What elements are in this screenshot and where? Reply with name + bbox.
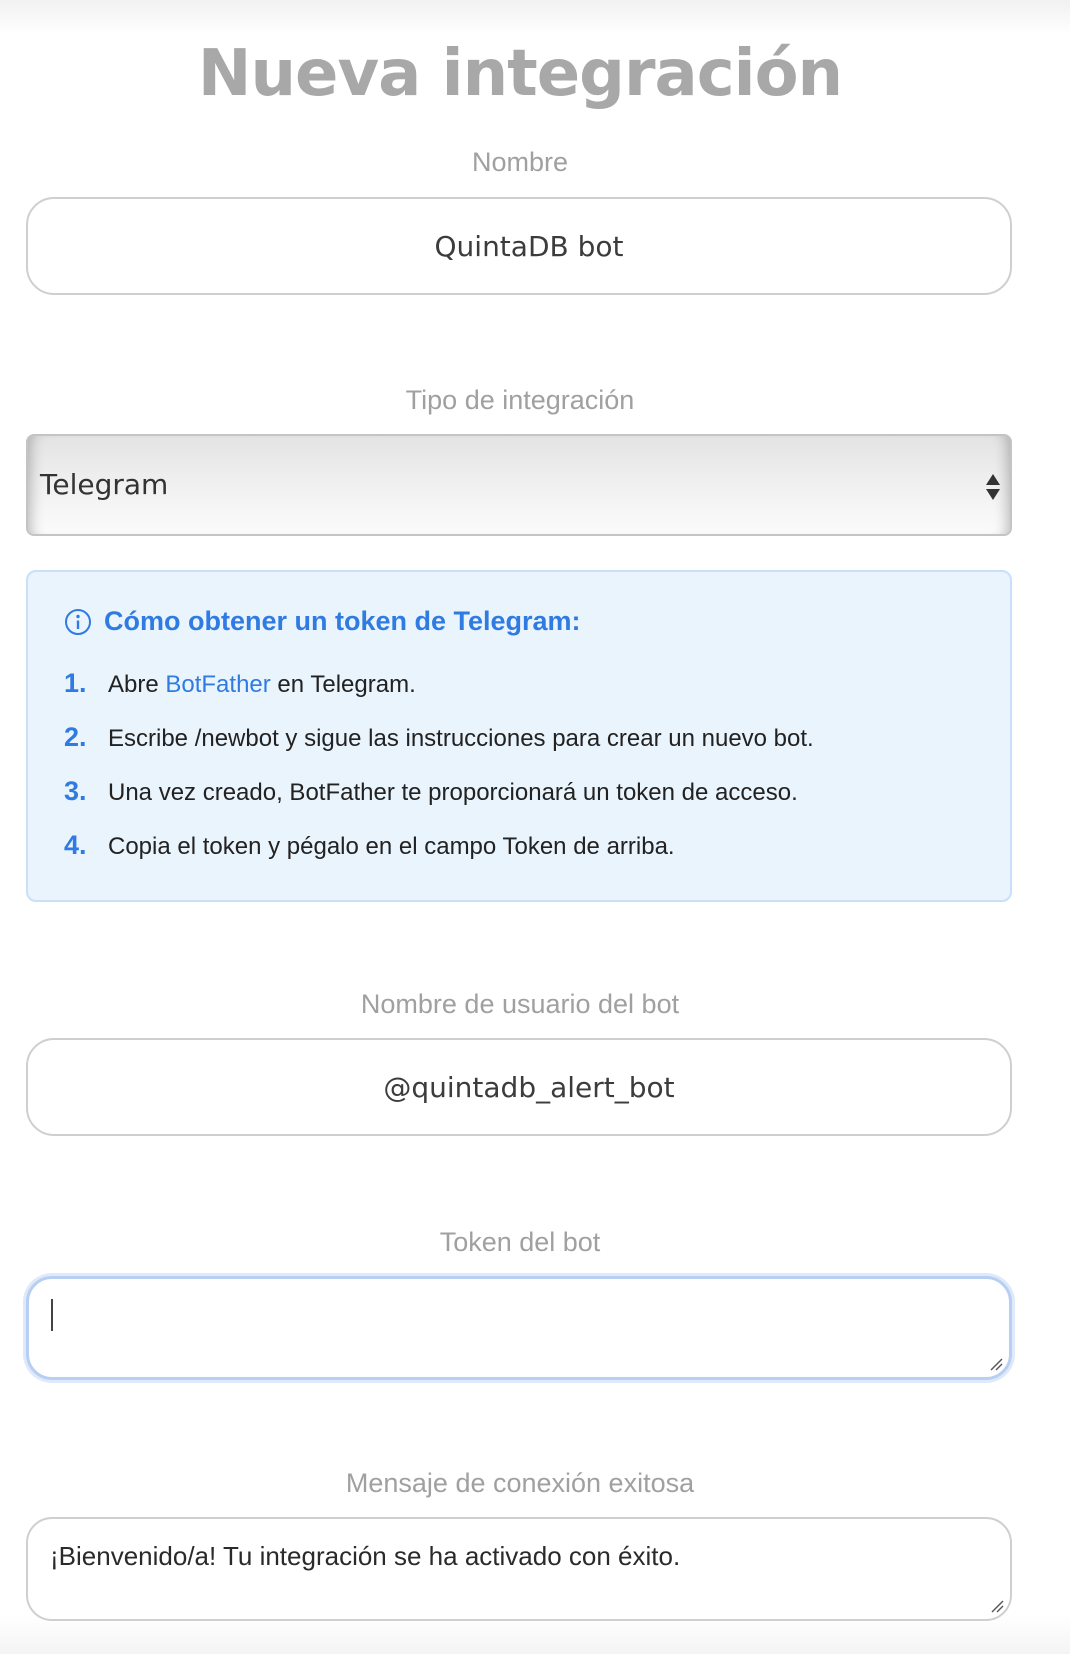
step-number: 2. bbox=[64, 722, 87, 752]
help-heading: Cómo obtener un token de Telegram: bbox=[64, 606, 581, 637]
help-step-2: 2. Escribe /newbot y sigue las instrucci… bbox=[64, 722, 814, 776]
help-heading-text: Cómo obtener un token de Telegram: bbox=[104, 606, 581, 636]
step-text: Una vez creado, BotFather te proporciona… bbox=[108, 779, 798, 806]
bot-token-label: Token del bot bbox=[439, 1227, 601, 1257]
integration-type-select[interactable]: Telegram bbox=[26, 434, 1012, 536]
telegram-token-help: Cómo obtener un token de Telegram: 1. Ab… bbox=[26, 570, 1012, 902]
help-step-1: 1. Abre BotFather en Telegram. bbox=[64, 668, 814, 722]
integration-form: Nueva integración Nombre QuintaDB bot Ti… bbox=[0, 0, 1070, 1654]
name-input-value: QuintaDB bot bbox=[434, 229, 624, 263]
step-text: Escribe /newbot y sigue las instruccione… bbox=[108, 725, 814, 752]
help-step-3: 3. Una vez creado, BotFather te proporci… bbox=[64, 776, 814, 830]
resize-grip-icon[interactable] bbox=[990, 1599, 1004, 1613]
botfather-link[interactable]: BotFather bbox=[165, 671, 270, 698]
text-caret bbox=[51, 1299, 53, 1331]
success-message-value: ¡Bienvenido/a! Tu integración se ha acti… bbox=[50, 1541, 681, 1571]
success-message-textarea[interactable]: ¡Bienvenido/a! Tu integración se ha acti… bbox=[26, 1517, 1012, 1621]
step-number: 4. bbox=[64, 830, 87, 860]
name-label: Nombre bbox=[471, 147, 569, 177]
integration-type-label: Tipo de integración bbox=[405, 385, 635, 415]
page-title: Nueva integración bbox=[197, 37, 843, 111]
help-step-4: 4. Copia el token y pégalo en el campo T… bbox=[64, 830, 814, 884]
bot-token-textarea[interactable] bbox=[26, 1276, 1012, 1380]
info-circle-icon bbox=[65, 608, 91, 635]
success-message-label: Mensaje de conexión exitosa bbox=[345, 1468, 695, 1498]
step-number: 1. bbox=[64, 668, 87, 698]
step-text: Abre BotFather en Telegram. bbox=[108, 671, 416, 698]
select-arrows-icon bbox=[986, 472, 1000, 502]
integration-type-value: Telegram bbox=[40, 468, 169, 501]
step-text: Copia el token y pégalo en el campo Toke… bbox=[108, 833, 675, 860]
help-steps: 1. Abre BotFather en Telegram. 2. Escrib… bbox=[64, 668, 814, 884]
resize-grip-icon[interactable] bbox=[989, 1357, 1003, 1371]
bot-username-input[interactable]: @quintadb_alert_bot bbox=[26, 1038, 1012, 1136]
name-input[interactable]: QuintaDB bot bbox=[26, 197, 1012, 295]
bot-username-value: @quintadb_alert_bot bbox=[383, 1070, 675, 1104]
bot-username-label: Nombre de usuario del bot bbox=[360, 989, 680, 1019]
step-number: 3. bbox=[64, 776, 87, 806]
